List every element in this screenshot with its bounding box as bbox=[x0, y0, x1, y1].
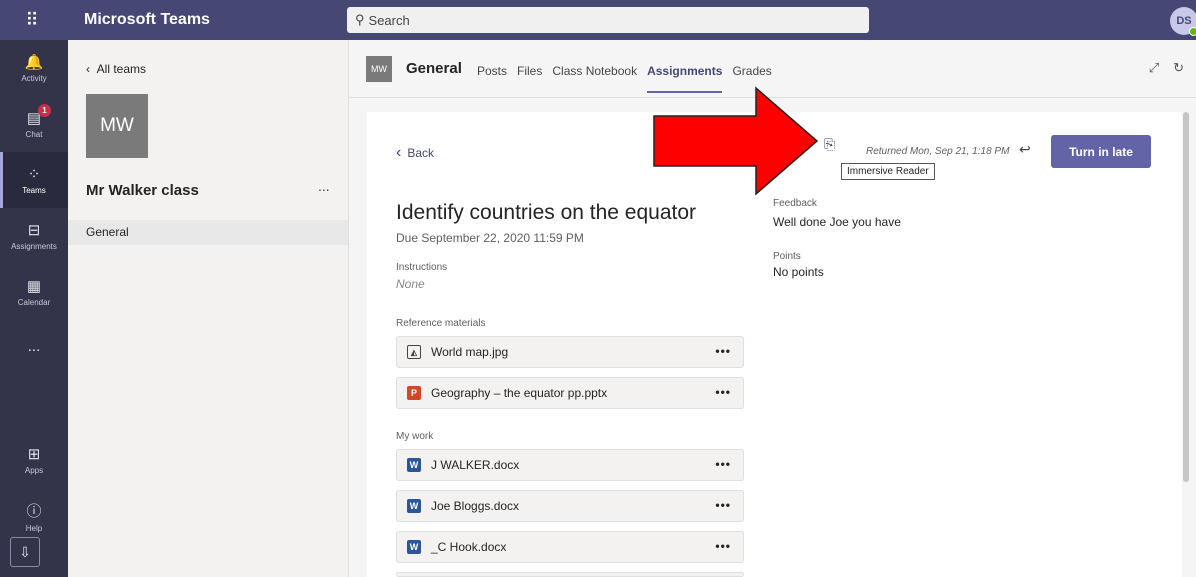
help-icon: ⓘ bbox=[26, 502, 42, 520]
file-more-button[interactable]: ••• bbox=[715, 385, 731, 399]
rail-item-help[interactable]: ⓘ Help bbox=[0, 488, 68, 544]
app-title: Microsoft Teams bbox=[84, 11, 210, 28]
file-name: J WALKER.docx bbox=[431, 458, 520, 472]
presence-icon bbox=[1189, 27, 1196, 36]
app-launcher-icon[interactable]: ⠿ bbox=[0, 0, 64, 40]
turn-in-late-button[interactable]: Turn in late bbox=[1051, 135, 1151, 168]
download-icon[interactable]: ⇩ bbox=[10, 537, 40, 567]
team-pane: ‹ All teams MW Mr Walker class ... Gener… bbox=[68, 40, 349, 577]
undo-return-icon[interactable]: ↩ bbox=[1019, 141, 1031, 158]
rail-label: Calendar bbox=[17, 298, 51, 307]
chevron-left-icon: ‹ bbox=[86, 62, 97, 76]
image-icon: ◭ bbox=[407, 345, 421, 359]
channel-item-general[interactable]: General bbox=[68, 220, 348, 245]
powerpoint-icon: P bbox=[407, 386, 421, 400]
rail-label: Apps bbox=[24, 466, 44, 475]
team-more-button[interactable]: ... bbox=[318, 178, 330, 194]
due-date: Due September 22, 2020 11:59 PM bbox=[396, 231, 584, 245]
reference-file[interactable]: ◭ World map.jpg ••• bbox=[396, 336, 744, 368]
search-icon: ⚲ bbox=[355, 12, 365, 27]
rail-item-apps[interactable]: ⊞ Apps bbox=[0, 432, 68, 488]
reference-file[interactable]: P Geography – the equator pp.pptx ••• bbox=[396, 377, 744, 409]
team-name: Mr Walker class bbox=[86, 182, 199, 199]
rail-label: Activity bbox=[21, 74, 47, 83]
back-label: Back bbox=[407, 146, 435, 160]
instructions-value: None bbox=[396, 277, 425, 291]
more-icon: ... bbox=[27, 338, 41, 355]
file-more-button[interactable]: ••• bbox=[715, 457, 731, 471]
annotation-arrow-shape bbox=[653, 86, 819, 196]
chevron-left-icon: ‹ bbox=[396, 144, 402, 161]
work-file[interactable]: W J WALKER.docx ••• bbox=[396, 449, 744, 481]
expand-icon[interactable]: ⤢ bbox=[1149, 60, 1159, 76]
all-teams-label: All teams bbox=[96, 62, 147, 76]
rail-label: Help bbox=[25, 523, 43, 533]
file-more-button[interactable]: ••• bbox=[715, 498, 731, 512]
word-icon: W bbox=[407, 499, 421, 513]
refresh-icon[interactable]: ↻ bbox=[1173, 60, 1184, 76]
tab-files[interactable]: Files bbox=[517, 64, 542, 93]
calendar-icon: ▦ bbox=[26, 278, 42, 295]
feedback-text: Well done Joe you have bbox=[773, 215, 901, 229]
search-input[interactable]: ⚲ Search bbox=[347, 7, 869, 33]
tooltip: Immersive Reader bbox=[841, 163, 935, 180]
all-teams-link[interactable]: ‹ All teams bbox=[86, 62, 146, 76]
tab-class-notebook[interactable]: Class Notebook bbox=[552, 64, 637, 93]
channel-avatar: MW bbox=[366, 56, 392, 82]
rail-item-teams[interactable]: ⁘ Teams bbox=[0, 152, 68, 208]
work-file[interactable]: W Joe Bloggs.docx ••• bbox=[396, 490, 744, 522]
channel-name: General bbox=[406, 60, 462, 77]
rail-item-assignments[interactable]: ⊟ Assignments bbox=[0, 208, 68, 264]
file-name: Geography – the equator pp.pptx bbox=[431, 386, 608, 400]
rail-more-button[interactable]: ... bbox=[0, 320, 68, 376]
rail-item-chat[interactable]: ▤ 1 Chat bbox=[0, 96, 68, 152]
file-more-button[interactable]: ••• bbox=[715, 539, 731, 553]
user-avatar[interactable]: DS bbox=[1170, 7, 1196, 36]
word-icon: W bbox=[407, 458, 421, 472]
instructions-label: Instructions bbox=[396, 262, 448, 273]
search-placeholder: Search bbox=[368, 12, 410, 28]
file-name: World map.jpg bbox=[431, 345, 509, 359]
file-more-button[interactable]: ••• bbox=[715, 344, 731, 358]
scrollbar[interactable] bbox=[1183, 112, 1189, 482]
word-icon: W bbox=[407, 540, 421, 554]
teams-icon: ⁘ bbox=[27, 166, 41, 183]
bell-icon: 🔔 bbox=[24, 54, 44, 71]
rail-label: Chat bbox=[25, 130, 43, 139]
rail-label: Assignments bbox=[11, 242, 57, 251]
rail-label: Teams bbox=[22, 186, 46, 195]
apps-icon: ⊞ bbox=[27, 446, 41, 463]
file-name: Joe Bloggs.docx bbox=[431, 499, 520, 513]
file-name: _C Hook.docx bbox=[431, 540, 507, 554]
annotation-arrow bbox=[653, 86, 819, 196]
work-file[interactable] bbox=[396, 572, 744, 577]
back-button[interactable]: ‹ Back bbox=[396, 144, 434, 162]
rail-item-calendar[interactable]: ▦ Calendar bbox=[0, 264, 68, 320]
user-initials: DS bbox=[1176, 15, 1192, 27]
reference-materials-label: Reference materials bbox=[396, 318, 486, 329]
tab-posts[interactable]: Posts bbox=[477, 64, 507, 93]
rail-item-activity[interactable]: 🔔 Activity bbox=[0, 40, 68, 96]
team-avatar: MW bbox=[86, 94, 148, 158]
notification-badge: 1 bbox=[38, 104, 51, 117]
points-text: No points bbox=[773, 265, 824, 279]
app-rail: 🔔 Activity ▤ 1 Chat ⁘ Teams ⊟ Assignment… bbox=[0, 40, 68, 577]
returned-status: Returned Mon, Sep 21, 1:18 PM bbox=[866, 146, 1010, 157]
assignments-icon: ⊟ bbox=[27, 222, 41, 239]
my-work-label: My work bbox=[396, 431, 434, 442]
points-label: Points bbox=[773, 251, 801, 262]
immersive-reader-icon[interactable]: ⎘ bbox=[824, 136, 835, 153]
work-file[interactable]: W _C Hook.docx ••• bbox=[396, 531, 744, 563]
